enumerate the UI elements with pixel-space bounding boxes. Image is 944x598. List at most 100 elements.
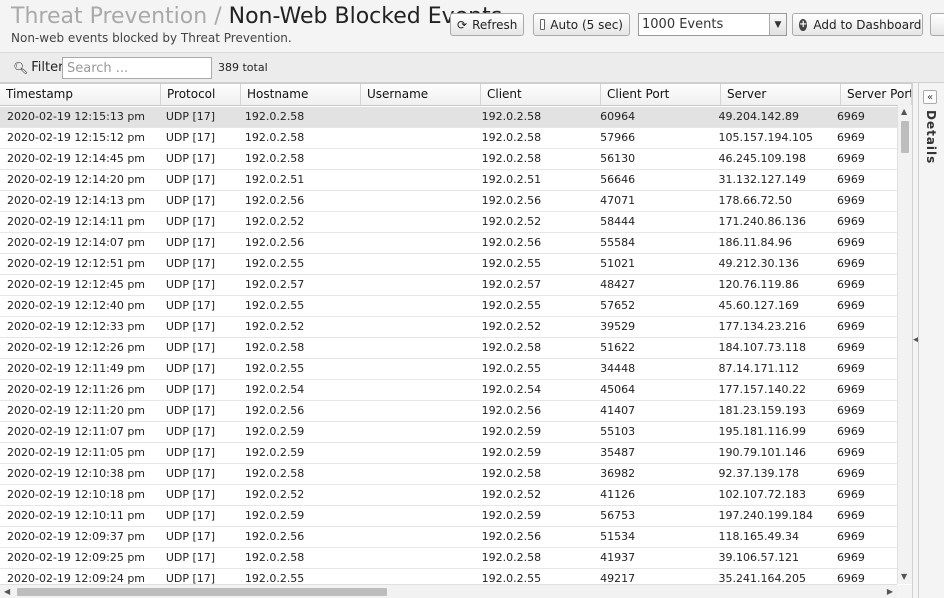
table-row[interactable]: 2020-02-19 12:12:40 pm UDP [17] 192.0.2.55… [0, 296, 900, 317]
scroll-left-arrow-icon[interactable]: ◀ [4, 587, 10, 596]
column-header-server[interactable]: Server [721, 84, 841, 106]
cell-protocol: UDP [17] [165, 131, 216, 144]
table-row[interactable]: 2020-02-19 12:14:45 pm UDP [17] 192.0.2.58… [0, 149, 900, 170]
cell-client: 192.0.2.52 [481, 488, 542, 501]
cell-client-port: 35487 [600, 446, 636, 459]
total-count: 389 total [218, 61, 268, 74]
cell-hostname: 192.0.2.58 [244, 551, 305, 564]
cell-client-port: 57652 [600, 299, 636, 312]
cell-server-port: 6969 [836, 341, 865, 354]
table-row[interactable]: 2020-02-19 12:14:13 pm UDP [17] 192.0.2.56… [0, 191, 900, 212]
cell-client: 192.0.2.58 [481, 551, 542, 564]
cell-hostname: 192.0.2.52 [244, 320, 305, 333]
cell-server-port: 6969 [836, 299, 865, 312]
cell-client-port: 55584 [600, 236, 636, 249]
refresh-icon: ⟳ [457, 17, 468, 32]
refresh-button[interactable]: ⟳ Refresh [450, 13, 524, 36]
table-row[interactable]: 2020-02-19 12:12:45 pm UDP [17] 192.0.2.57… [0, 275, 900, 296]
table-row[interactable]: 2020-02-19 12:09:25 pm UDP [17] 192.0.2.58… [0, 548, 900, 569]
cell-protocol: UDP [17] [165, 341, 216, 354]
table-row[interactable]: 2020-02-19 12:12:26 pm UDP [17] 192.0.2.58… [0, 338, 900, 359]
cell-hostname: 192.0.2.56 [244, 236, 305, 249]
table-row[interactable]: 2020-02-19 12:10:18 pm UDP [17] 192.0.2.52… [0, 485, 900, 506]
column-header-username[interactable]: Username [361, 84, 481, 106]
cell-hostname: 192.0.2.55 [244, 362, 305, 375]
table-row[interactable]: 2020-02-19 12:11:05 pm UDP [17] 192.0.2.59… [0, 443, 900, 464]
chevron-down-icon[interactable]: ▼ [769, 14, 786, 35]
column-header-client-port[interactable]: Client Port [601, 84, 721, 106]
cell-client: 192.0.2.58 [481, 467, 542, 480]
horizontal-scroll-thumb[interactable] [17, 588, 387, 596]
cell-client-port: 56753 [600, 509, 636, 522]
cell-server: 39.106.57.121 [718, 551, 799, 564]
cell-client-port: 41937 [600, 551, 636, 564]
table-row[interactable]: 2020-02-19 12:15:13 pm UDP [17] 192.0.2.58… [0, 107, 900, 128]
details-panel-label[interactable]: Details [924, 110, 938, 164]
cell-client: 192.0.2.52 [481, 320, 542, 333]
cell-client-port: 39529 [600, 320, 636, 333]
cell-server: 46.245.109.198 [718, 152, 806, 165]
cell-client-port: 57966 [600, 131, 636, 144]
table-row[interactable]: 2020-02-19 12:11:07 pm UDP [17] 192.0.2.59… [0, 422, 900, 443]
page-subtitle: Non-web events blocked by Threat Prevent… [11, 31, 292, 45]
scroll-up-arrow-icon[interactable]: ▲ [901, 107, 907, 116]
table-row[interactable]: 2020-02-19 12:09:37 pm UDP [17] 192.0.2.56… [0, 527, 900, 548]
table-row[interactable]: 2020-02-19 12:14:11 pm UDP [17] 192.0.2.52… [0, 212, 900, 233]
auto-refresh-checkbox[interactable] [540, 19, 546, 30]
vertical-scrollbar[interactable]: ▲ ▼ [897, 105, 912, 584]
cell-protocol: UDP [17] [165, 299, 216, 312]
cell-client: 192.0.2.56 [481, 404, 542, 417]
table-row[interactable]: 2020-02-19 12:11:26 pm UDP [17] 192.0.2.54… [0, 380, 900, 401]
table-row[interactable]: 2020-02-19 12:10:11 pm UDP [17] 192.0.2.59… [0, 506, 900, 527]
cell-username [356, 569, 474, 585]
filter-label: 🔍︎ Filter [13, 60, 63, 75]
column-header-protocol[interactable]: Protocol [161, 84, 241, 106]
table-row[interactable]: 2020-02-19 12:12:33 pm UDP [17] 192.0.2.52… [0, 317, 900, 338]
table-row[interactable]: 2020-02-19 12:10:38 pm UDP [17] 192.0.2.58… [0, 464, 900, 485]
table-row[interactable]: 2020-02-19 12:11:49 pm UDP [17] 192.0.2.55… [0, 359, 900, 380]
vertical-scroll-thumb[interactable] [901, 121, 909, 153]
cell-protocol: UDP [17] [165, 194, 216, 207]
cell-username [356, 443, 474, 463]
table-row[interactable]: 2020-02-19 12:14:07 pm UDP [17] 192.0.2.56… [0, 233, 900, 254]
column-header-server-port[interactable]: Server Port [841, 84, 912, 106]
cell-username [356, 401, 474, 421]
cell-client-port: 51534 [600, 530, 636, 543]
cell-timestamp: 2020-02-19 12:14:13 pm [7, 194, 146, 207]
table-row[interactable]: 2020-02-19 12:11:20 pm UDP [17] 192.0.2.56… [0, 401, 900, 422]
table-row[interactable]: 2020-02-19 12:15:12 pm UDP [17] 192.0.2.58… [0, 128, 900, 149]
events-count-select[interactable]: 1000 Events ▼ [638, 13, 787, 36]
breadcrumb-threat-prevention[interactable]: Threat Prevention [11, 4, 207, 29]
cell-protocol: UDP [17] [165, 446, 216, 459]
table-row[interactable]: 2020-02-19 12:14:20 pm UDP [17] 192.0.2.51… [0, 170, 900, 191]
cell-server-port: 6969 [836, 110, 865, 123]
cell-protocol: UDP [17] [165, 488, 216, 501]
cell-server: 120.76.119.86 [718, 278, 799, 291]
cell-server: 186.11.84.96 [718, 236, 792, 249]
table-row[interactable]: 2020-02-19 12:12:51 pm UDP [17] 192.0.2.55… [0, 254, 900, 275]
overflow-button[interactable] [930, 13, 944, 36]
cell-username [356, 233, 474, 253]
cell-timestamp: 2020-02-19 12:11:05 pm [7, 446, 146, 459]
column-header-client[interactable]: Client [481, 84, 601, 106]
table-row[interactable]: 2020-02-19 12:09:24 pm UDP [17] 192.0.2.55… [0, 569, 900, 585]
column-header-hostname[interactable]: Hostname [241, 84, 361, 106]
scroll-right-arrow-icon[interactable]: ▶ [887, 587, 893, 596]
cell-server: 31.132.127.149 [718, 173, 806, 186]
cell-hostname: 192.0.2.59 [244, 509, 305, 522]
column-header-timestamp[interactable]: Timestamp [0, 84, 161, 106]
cell-server: 195.181.116.99 [718, 425, 806, 438]
scroll-down-arrow-icon[interactable]: ▼ [901, 572, 907, 581]
cell-server: 190.79.101.146 [718, 446, 806, 459]
add-to-dashboard-button[interactable]: + Add to Dashboard [792, 13, 923, 36]
cell-server: 178.66.72.50 [718, 194, 792, 207]
double-chevron-left-icon[interactable]: « [923, 90, 937, 104]
cell-server: 184.107.73.118 [718, 341, 806, 354]
search-input[interactable] [62, 57, 212, 79]
cell-protocol: UDP [17] [165, 425, 216, 438]
auto-refresh-toggle[interactable]: Auto (5 sec) [533, 13, 630, 36]
auto-refresh-label: Auto (5 sec) [550, 17, 623, 32]
horizontal-scrollbar[interactable]: ◀ ▶ [0, 584, 897, 598]
cell-protocol: UDP [17] [165, 404, 216, 417]
cell-timestamp: 2020-02-19 12:15:13 pm [7, 110, 146, 123]
